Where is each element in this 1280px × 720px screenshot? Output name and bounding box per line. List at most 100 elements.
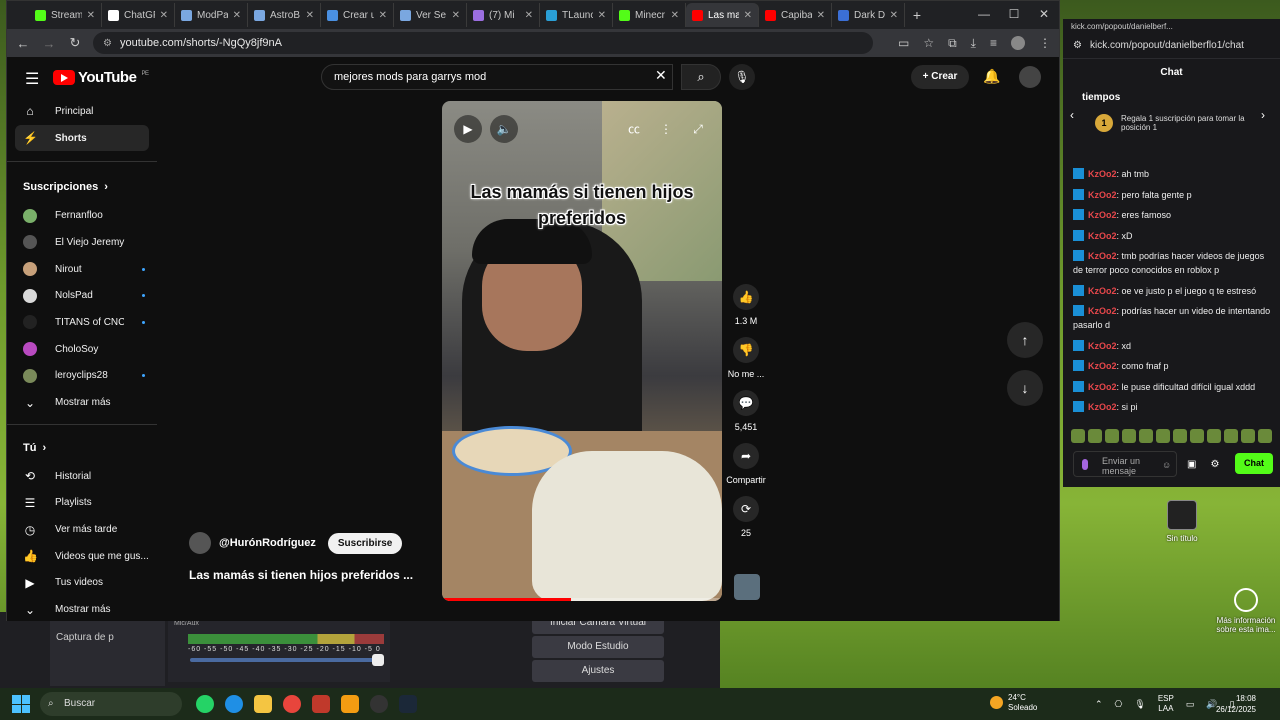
close-tab-icon[interactable]: ✕ (598, 10, 606, 21)
like-button[interactable]: 👍 1.3 M (727, 284, 765, 326)
site-info-icon[interactable]: ⚙ (1073, 40, 1082, 51)
taskbar-search[interactable]: ⌕ Buscar (40, 692, 182, 716)
desktop-icon-info[interactable]: Más información sobre esta ima... (1214, 588, 1278, 634)
address-bar[interactable]: ⚙ youtube.com/shorts/-NgQy8jf9nA (93, 32, 873, 54)
obs-scene-item[interactable]: Captura de p (50, 616, 165, 686)
site-info-icon[interactable]: ⚙ (103, 38, 112, 49)
close-tab-icon[interactable]: ✕ (525, 10, 533, 21)
chrome-icon[interactable] (283, 695, 301, 713)
subscription-item[interactable]: Fernanfloo (7, 202, 157, 229)
cast-icon[interactable]: ▭ (898, 36, 909, 50)
forward-icon[interactable]: → (41, 36, 57, 51)
dislike-button[interactable]: 👎 No me ... (727, 337, 765, 379)
close-tab-icon[interactable]: ✕ (744, 10, 752, 21)
gamepad-icon[interactable]: ⎔ (1115, 699, 1123, 710)
emote-icon[interactable] (1122, 429, 1136, 443)
short-title[interactable]: Las mamás si tienen hijos preferidos ... (189, 568, 413, 582)
close-tab-icon[interactable]: ✕ (379, 10, 387, 21)
next-short-button[interactable]: ↓ (1007, 370, 1043, 406)
emote-icon[interactable] (1207, 429, 1221, 443)
emote-icon[interactable] (1105, 429, 1119, 443)
microphone-icon[interactable] (1082, 459, 1088, 470)
network-icon[interactable]: ▭ (1186, 699, 1195, 710)
chat-username[interactable]: KzOo2 (1088, 286, 1117, 296)
chat-username[interactable]: KzOo2 (1088, 361, 1117, 371)
fullscreen-icon[interactable]: ⤢ (684, 115, 712, 143)
emote-icon[interactable] (1258, 429, 1272, 443)
emote-icon[interactable] (1139, 429, 1153, 443)
microphone-icon[interactable]: 🎙 (1134, 699, 1145, 710)
close-tab-icon[interactable]: ✕ (306, 10, 314, 21)
captions-icon[interactable]: ㏄ (620, 115, 648, 143)
obs-settings-button[interactable]: Ajustes (532, 660, 664, 682)
subscription-item[interactable]: TITANS of CNC ... (7, 309, 157, 336)
browser-tab[interactable]: Ver Se ✕ (394, 3, 467, 27)
language-indicator[interactable]: ESP LAA (1158, 694, 1174, 714)
show-more-subscriptions[interactable]: ⌄ Mostrar más (7, 389, 157, 416)
sidebar-item-principal[interactable]: ⌂ Principal (7, 98, 157, 125)
show-more-you[interactable]: ⌄ Mostrar más (7, 596, 157, 623)
browser-tab[interactable]: Minecr ✕ (613, 3, 686, 27)
chat-username[interactable]: KzOo2 (1088, 231, 1117, 241)
profile-avatar[interactable] (1011, 36, 1025, 50)
chat-username[interactable]: KzOo2 (1088, 210, 1117, 220)
video-progress-bar[interactable] (442, 598, 722, 601)
browser-tab[interactable]: Dark D ✕ (832, 3, 905, 27)
voice-search-button[interactable]: 🎙 (729, 64, 755, 90)
create-button[interactable]: + Crear (911, 65, 969, 89)
clear-search-icon[interactable]: ✕ (655, 67, 667, 84)
you-heading[interactable]: Tú › (7, 433, 157, 463)
obs-volume-slider[interactable] (190, 658, 380, 662)
subscription-item[interactable]: Nirout (7, 256, 157, 283)
subscription-item[interactable]: NolsPad (7, 282, 157, 309)
downloads-icon[interactable]: ⤓ (971, 36, 976, 51)
maximize-icon[interactable]: ☐ (999, 1, 1029, 27)
steam-icon[interactable] (399, 695, 417, 713)
system-clock[interactable]: 18:08 26/12/2025 (1216, 693, 1256, 715)
emote-icon[interactable] (1224, 429, 1238, 443)
comments-button[interactable]: 💬 5,451 (727, 390, 765, 432)
chat-input[interactable]: Enviar un mensaje ☺ (1073, 451, 1177, 477)
remix-button[interactable]: ⟳ 25 (727, 496, 765, 538)
browser-tab[interactable]: Las ma ✕ (686, 3, 759, 27)
store-icon[interactable]: ▣ (1187, 459, 1196, 470)
emote-icon[interactable] (1190, 429, 1204, 443)
chevron-up-icon[interactable]: ⌃ (1095, 699, 1103, 710)
obs-studio-mode-button[interactable]: Modo Estudio (532, 636, 664, 658)
shorts-player[interactable]: Las mamás si tienen hijos preferidos ▶ 🔈… (442, 101, 722, 601)
browser-tab[interactable]: (7) Mi ✕ (467, 3, 540, 27)
desktop-icon-sin-titulo[interactable]: Sin título (1162, 500, 1202, 543)
sidebar-item-shorts[interactable]: ⚡ Shorts (15, 124, 149, 152)
weather-widget[interactable]: 24°C Soleado (990, 693, 1037, 713)
emote-icon[interactable] (1156, 429, 1170, 443)
channel-avatar[interactable] (189, 532, 211, 554)
sidebar-item-liked-videos[interactable]: 👍 Videos que me gus... (7, 543, 157, 570)
settings-gear-icon[interactable]: ⚙ (1210, 459, 1219, 470)
browser-tab[interactable]: Stream ✕ (29, 3, 102, 27)
chat-username[interactable]: KzOo2 (1088, 190, 1117, 200)
account-avatar[interactable] (1019, 66, 1041, 88)
chat-username[interactable]: KzOo2 (1088, 169, 1117, 179)
close-tab-icon[interactable]: ✕ (87, 10, 95, 21)
media-controls-icon[interactable]: ≡ (990, 36, 997, 50)
obs-icon[interactable] (370, 695, 388, 713)
browser-tab[interactable]: Crear u ✕ (321, 3, 394, 27)
game-launcher-icon[interactable] (312, 695, 330, 713)
search-button[interactable]: ⌕ (681, 64, 721, 90)
close-tab-icon[interactable]: ✕ (233, 10, 241, 21)
close-tab-icon[interactable]: ✕ (160, 10, 168, 21)
emote-icon[interactable] (1173, 429, 1187, 443)
chat-username[interactable]: KzOo2 (1088, 306, 1117, 316)
sidebar-item-playlists[interactable]: ☰ Playlists (7, 490, 157, 517)
sidebar-item-history[interactable]: ⟲ Historial (7, 463, 157, 490)
browser-tab[interactable]: ModPa ✕ (175, 3, 248, 27)
share-button[interactable]: ➦ Compartir (726, 443, 766, 485)
emoji-icon[interactable]: ☺ (1162, 460, 1171, 470)
close-tab-icon[interactable]: ✕ (671, 10, 679, 21)
emote-icon[interactable] (1071, 429, 1085, 443)
hamburger-menu-icon[interactable]: ☰ (25, 69, 39, 89)
chevron-left-icon[interactable]: ‹ (1070, 108, 1074, 122)
subscription-item[interactable]: El Viejo Jeremy (7, 229, 157, 256)
chat-username[interactable]: KzOo2 (1088, 251, 1117, 261)
new-tab-icon[interactable]: + (905, 7, 929, 23)
